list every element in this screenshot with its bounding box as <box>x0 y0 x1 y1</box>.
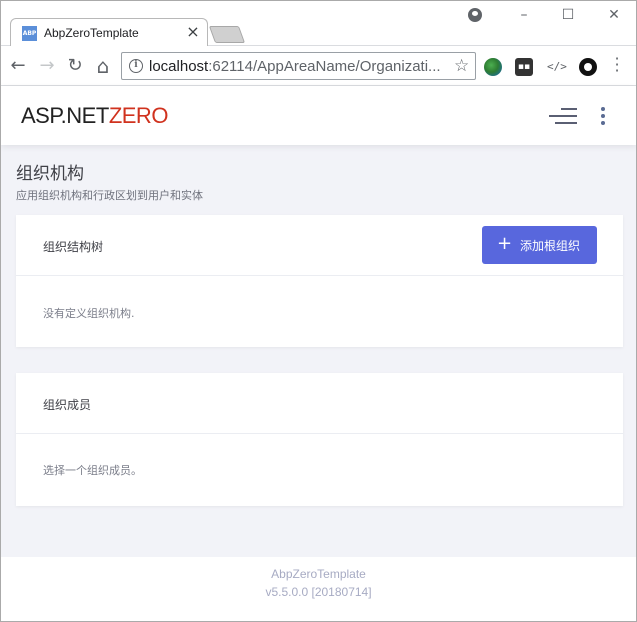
org-tree-card-header: 组织结构树 + 添加根组织 <box>16 215 623 276</box>
tab-close-icon[interactable]: × <box>184 22 202 42</box>
forward-icon[interactable]: → <box>35 54 59 78</box>
window-close-button[interactable]: ✕ <box>602 4 626 26</box>
page-subtitle: 应用组织机构和行政区划到用户和实体 <box>16 189 203 202</box>
new-tab-button[interactable] <box>208 26 246 43</box>
url-host: localhost <box>149 58 209 75</box>
maximize-button[interactable]: ☐ <box>556 4 580 26</box>
app-header: ASP.NETZERO <box>1 86 636 145</box>
extension-app-icon[interactable]: ▪▪ <box>515 58 533 76</box>
address-bar[interactable]: i localhost:62114/AppAreaName/Organizati… <box>121 52 476 80</box>
footer-version: v5.5.0.0 [20180714] <box>265 585 372 599</box>
org-members-card-header: 组织成员 <box>16 373 623 434</box>
footer-app-name: AbpZeroTemplate <box>271 567 366 581</box>
home-icon[interactable]: ⌂ <box>91 54 115 78</box>
org-tree-title: 组织结构树 <box>43 240 104 254</box>
site-info-icon[interactable]: i <box>129 59 143 73</box>
tab-title: AbpZeroTemplate <box>44 26 139 40</box>
org-members-card: 组织成员 选择一个组织成员。 <box>16 373 623 506</box>
app-logo[interactable]: ASP.NETZERO <box>21 103 168 129</box>
minimize-button[interactable]: – <box>512 4 536 26</box>
extension-devtools-icon[interactable]: </> <box>547 58 567 76</box>
browser-titlebar: ABP AbpZeroTemplate × – ☐ ✕ <box>0 0 637 47</box>
logo-asp: ASP.NET <box>21 103 109 128</box>
hamburger-menu-icon[interactable] <box>549 108 577 126</box>
org-tree-empty-text: 没有定义组织机构. <box>43 307 135 320</box>
account-icon[interactable] <box>468 8 482 22</box>
reload-icon[interactable]: ↻ <box>63 54 87 78</box>
bookmark-star-icon[interactable]: ☆ <box>454 56 469 76</box>
browser-tab[interactable]: ABP AbpZeroTemplate × <box>10 18 208 47</box>
url-path: :62114/AppAreaName/Organizati... <box>208 58 441 75</box>
logo-zero: ZERO <box>108 103 169 128</box>
favicon-icon: ABP <box>22 26 37 41</box>
url-text[interactable]: localhost:62114/AppAreaName/Organizati..… <box>149 58 447 75</box>
browser-toolbar: ← → ↻ ⌂ i localhost:62114/AppAreaName/Or… <box>0 46 637 86</box>
browser-menu-icon[interactable]: · · · <box>614 51 620 79</box>
extension-globe-icon[interactable] <box>484 58 502 76</box>
topbar-more-icon[interactable] <box>599 106 607 126</box>
extension-circle-icon[interactable] <box>579 58 597 76</box>
main-content: 组织机构 应用组织机构和行政区划到用户和实体 组织结构树 + 添加根组织 没有定… <box>1 145 636 557</box>
org-members-title: 组织成员 <box>43 398 92 412</box>
page-footer: AbpZeroTemplate v5.5.0.0 [20180714] <box>1 557 636 621</box>
add-root-unit-button[interactable]: + 添加根组织 <box>482 226 597 264</box>
page-title: 组织机构 <box>16 164 84 184</box>
plus-icon: + <box>497 233 513 254</box>
org-tree-card: 组织结构树 + 添加根组织 没有定义组织机构. <box>16 215 623 347</box>
add-root-unit-label: 添加根组织 <box>520 239 581 253</box>
org-members-empty-text: 选择一个组织成员。 <box>43 464 142 477</box>
back-icon[interactable]: ← <box>6 54 30 78</box>
